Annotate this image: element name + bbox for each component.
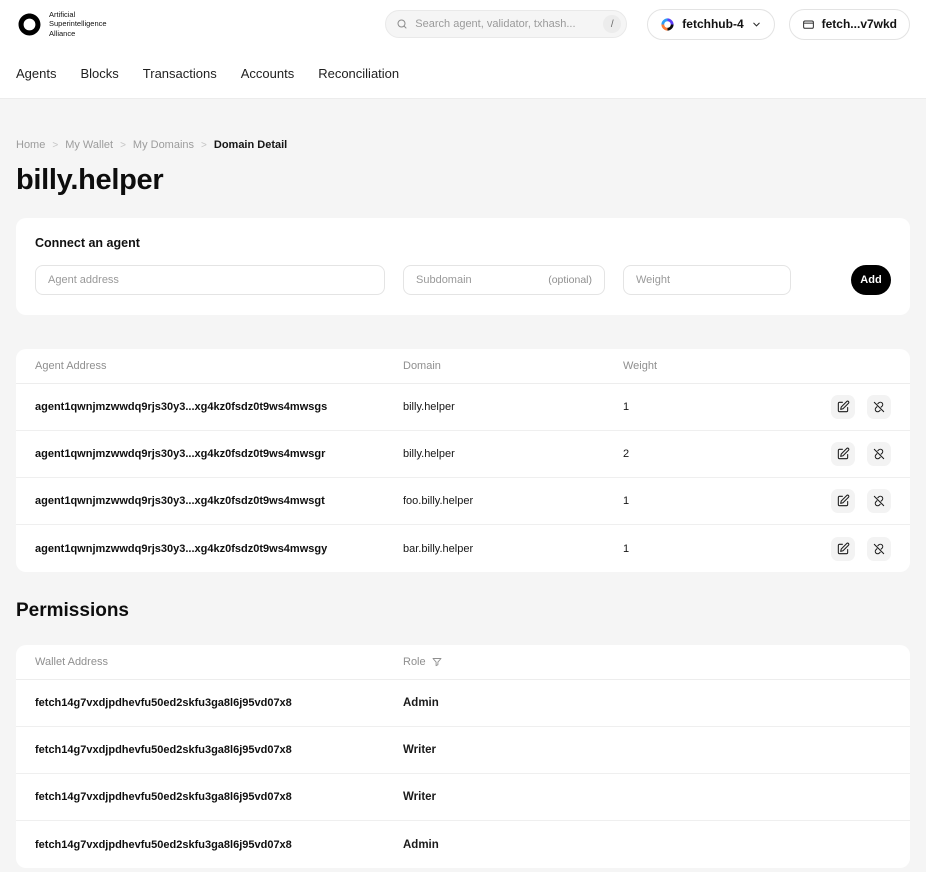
role-badge: Writer <box>403 791 891 803</box>
agent-address: agent1qwnjmzwwdq9rjs30y3...xg4kz0fsdz0t9… <box>35 401 403 413</box>
permissions-title: Permissions <box>16 600 910 622</box>
unlink-agent-button[interactable] <box>867 489 891 513</box>
network-icon <box>660 17 675 32</box>
asi-logo-wordmark: Artificial Superintelligence Alliance <box>49 10 107 38</box>
wallet-address: fetch14g7vxdjpdhevfu50ed2skfu3ga8l6j95vd… <box>35 791 403 803</box>
page-title: billy.helper <box>16 164 910 197</box>
agent-address: agent1qwnjmzwwdq9rjs30y3...xg4kz0fsdz0t9… <box>35 543 403 555</box>
agent-domain: billy.helper <box>403 401 623 413</box>
weight-field[interactable] <box>623 265 791 295</box>
row-actions <box>831 489 891 513</box>
unlink-agent-button[interactable] <box>867 537 891 561</box>
main-nav: Agents Blocks Transactions Accounts Reco… <box>0 48 926 99</box>
subdomain-input[interactable] <box>416 274 548 286</box>
nav-item-agents[interactable]: Agents <box>16 66 56 81</box>
breadcrumb-domain-detail: Domain Detail <box>214 139 287 151</box>
asi-logo-icon <box>16 11 43 38</box>
page-content: Home > My Wallet > My Domains > Domain D… <box>0 99 926 868</box>
col-weight: Weight <box>623 360 891 372</box>
nav-item-transactions[interactable]: Transactions <box>143 66 217 81</box>
col-agent-address: Agent Address <box>35 360 403 372</box>
agents-table-header: Agent Address Domain Weight <box>16 349 910 384</box>
edit-agent-button[interactable] <box>831 395 855 419</box>
wallet-address-label: fetch...v7wkd <box>822 17 897 31</box>
connect-agent-title: Connect an agent <box>35 236 891 250</box>
weight-input[interactable] <box>636 274 778 286</box>
col-role: Role <box>403 656 426 668</box>
role-filter-icon[interactable] <box>431 656 443 668</box>
table-row: fetch14g7vxdjpdhevfu50ed2skfu3ga8l6j95vd… <box>16 680 910 727</box>
agent-domain: billy.helper <box>403 448 623 460</box>
edit-agent-button[interactable] <box>831 442 855 466</box>
col-wallet-address: Wallet Address <box>35 656 403 668</box>
table-row: fetch14g7vxdjpdhevfu50ed2skfu3ga8l6j95vd… <box>16 821 910 868</box>
role-badge: Admin <box>403 839 891 851</box>
search-input[interactable] <box>415 18 596 30</box>
top-bar: Artificial Superintelligence Alliance / … <box>0 0 926 48</box>
breadcrumb-home[interactable]: Home <box>16 139 45 151</box>
agents-table: Agent Address Domain Weight agent1qwnjmz… <box>16 349 910 572</box>
agent-address: agent1qwnjmzwwdq9rjs30y3...xg4kz0fsdz0t9… <box>35 495 403 507</box>
agent-address-field[interactable] <box>35 265 385 295</box>
nav-item-blocks[interactable]: Blocks <box>80 66 118 81</box>
nav-item-accounts[interactable]: Accounts <box>241 66 294 81</box>
wallet-address: fetch14g7vxdjpdhevfu50ed2skfu3ga8l6j95vd… <box>35 839 403 851</box>
breadcrumb-separator: > <box>120 140 126 151</box>
wallet-address: fetch14g7vxdjpdhevfu50ed2skfu3ga8l6j95vd… <box>35 744 403 756</box>
chevron-down-icon <box>751 19 762 30</box>
agent-weight: 2 <box>623 448 831 460</box>
wallet-button[interactable]: fetch...v7wkd <box>789 9 910 40</box>
subdomain-optional-hint: (optional) <box>548 274 592 286</box>
row-actions <box>831 537 891 561</box>
agent-address: agent1qwnjmzwwdq9rjs30y3...xg4kz0fsdz0t9… <box>35 448 403 460</box>
table-row: fetch14g7vxdjpdhevfu50ed2skfu3ga8l6j95vd… <box>16 774 910 821</box>
breadcrumb-my-domains[interactable]: My Domains <box>133 139 194 151</box>
permissions-table: Wallet Address Role fetch14g7vxdjpdhevfu… <box>16 645 910 868</box>
agent-domain: foo.billy.helper <box>403 495 623 507</box>
table-row: agent1qwnjmzwwdq9rjs30y3...xg4kz0fsdz0t9… <box>16 525 910 572</box>
breadcrumb-separator: > <box>52 140 58 151</box>
global-search[interactable]: / <box>385 10 627 38</box>
network-selector-button[interactable]: fetchhub-4 <box>647 9 774 40</box>
agent-weight: 1 <box>623 495 831 507</box>
agent-address-input[interactable] <box>48 274 372 286</box>
edit-agent-button[interactable] <box>831 489 855 513</box>
table-row: agent1qwnjmzwwdq9rjs30y3...xg4kz0fsdz0t9… <box>16 384 910 431</box>
edit-agent-button[interactable] <box>831 537 855 561</box>
breadcrumb-my-wallet[interactable]: My Wallet <box>65 139 113 151</box>
search-shortcut-badge: / <box>603 15 621 33</box>
breadcrumb: Home > My Wallet > My Domains > Domain D… <box>16 99 910 151</box>
network-label: fetchhub-4 <box>682 17 743 31</box>
connect-agent-card: Connect an agent (optional) Add <box>16 218 910 315</box>
col-domain: Domain <box>403 360 623 372</box>
search-icon <box>396 18 408 30</box>
row-actions <box>831 395 891 419</box>
role-badge: Admin <box>403 697 891 709</box>
breadcrumb-separator: > <box>201 140 207 151</box>
asi-alliance-logo[interactable]: Artificial Superintelligence Alliance <box>16 10 107 38</box>
row-actions <box>831 442 891 466</box>
connect-agent-form: (optional) Add <box>35 265 891 295</box>
table-row: agent1qwnjmzwwdq9rjs30y3...xg4kz0fsdz0t9… <box>16 431 910 478</box>
agent-domain: bar.billy.helper <box>403 543 623 555</box>
permissions-table-header: Wallet Address Role <box>16 645 910 680</box>
wallet-address: fetch14g7vxdjpdhevfu50ed2skfu3ga8l6j95vd… <box>35 697 403 709</box>
table-row: fetch14g7vxdjpdhevfu50ed2skfu3ga8l6j95vd… <box>16 727 910 774</box>
add-agent-button[interactable]: Add <box>851 265 891 295</box>
unlink-agent-button[interactable] <box>867 395 891 419</box>
agent-weight: 1 <box>623 543 831 555</box>
nav-item-reconciliation[interactable]: Reconciliation <box>318 66 399 81</box>
subdomain-field[interactable]: (optional) <box>403 265 605 295</box>
role-badge: Writer <box>403 744 891 756</box>
agent-weight: 1 <box>623 401 831 413</box>
table-row: agent1qwnjmzwwdq9rjs30y3...xg4kz0fsdz0t9… <box>16 478 910 525</box>
wallet-icon <box>802 18 815 31</box>
unlink-agent-button[interactable] <box>867 442 891 466</box>
